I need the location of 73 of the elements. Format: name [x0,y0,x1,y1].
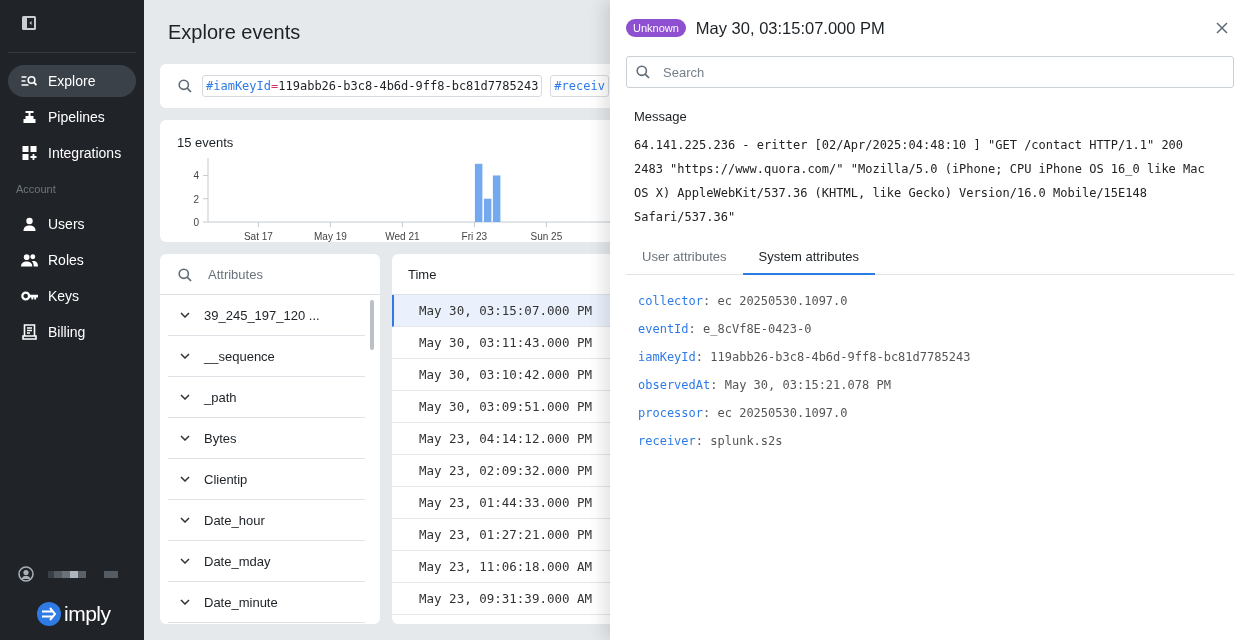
x-tick-label: Sun 25 [530,231,563,242]
nav-item[interactable]: Explore [8,65,136,97]
attribute-line: processor: ec 20250530.1097.0 [638,405,849,422]
search-field[interactable]: Search [626,56,1234,88]
nav-item[interactable]: Pipelines [8,101,136,133]
nav-item[interactable]: Roles [8,244,136,276]
attribute-line: observedAt: May 30, 03:15:21.078 PM [638,377,892,394]
x-tick-label: May 19 [314,231,347,242]
logo-icon [37,602,61,626]
user-icon [21,217,38,231]
attribute-item[interactable]: 39_245_197_120 ... [168,295,365,336]
filter-token[interactable]: #receiv [550,75,609,97]
filter-bar[interactable]: #iamKeyId=119abb26-b3c8-4b6d-9ff8-bc81d7785243 #receiv [160,64,610,108]
attribute-line: receiver: splunk.s2s [638,433,784,450]
chevron-down-icon [180,599,190,605]
attribute-item[interactable]: Date_hour [168,500,365,541]
scrollbar-thumb[interactable] [370,300,375,350]
logo-text: imply [64,602,111,626]
receipt-icon [21,324,38,340]
chevron-down-icon [180,435,190,441]
y-axis [202,157,209,223]
blurred-username [48,570,118,578]
filter-token[interactable]: #iamKeyId=119abb26-b3c8-4b6d-9ff8-bc81d7785243 [202,75,543,97]
tab[interactable]: User attributes [626,239,743,275]
chevron-down-icon [180,517,190,523]
x-tick-label: Wed 21 [385,231,420,242]
attribute-item[interactable]: Bytes [168,418,365,459]
histogram-bar[interactable] [483,198,492,222]
chevron-down-icon [180,558,190,564]
key-icon [21,291,38,301]
search-icon [636,65,650,79]
page-title: Explore events [167,20,302,45]
attribute-item[interactable]: Clientip [168,459,365,500]
close-icon[interactable] [1216,22,1228,34]
event-row[interactable]: May 30, 03:15:07.000 PM [392,295,610,327]
search-icon [178,267,192,282]
section-heading: Message [634,109,688,124]
event-title: May 30, 03:15:07.000 PM [695,18,885,38]
x-tick-label: Sat 17 [243,231,273,242]
chevron-down-icon [180,394,190,400]
y-tick-label: 0 [193,217,199,228]
attribute-item[interactable]: Date_mday [168,541,365,582]
attribute-item[interactable]: __sequence [168,336,365,377]
sidebar-toggle-icon[interactable] [22,16,36,30]
chevron-down-icon [180,312,190,318]
section-label: Account [15,183,57,195]
faucet-icon [21,110,38,124]
message-text: 64.141.225.236 - eritter [02/Apr/2025:04:48:10 ] "GET /contact HTTP/1.1" 200 2483 "https://www.quora.com/" "Mozilla/5.0 (iPhone; CPU iPhone OS 16_0 like Mac OS X) AppleWebKit/537.36 (KHTML, like Gecko) Version/16.0 Mobile/15E148 Safari/537.36" [634,137,1206,226]
y-tick-label: 4 [193,170,199,182]
grid-plus-icon [21,146,38,160]
chevron-down-icon [180,353,190,359]
nav-item[interactable]: Billing [8,316,136,348]
x-tick-label: Fri 23 [461,231,488,242]
nav-item[interactable]: Users [8,208,136,240]
user-avatar-icon[interactable] [18,566,34,582]
event-count: 15 events [177,135,234,150]
attribute-line: iamKeyId: 119abb26-b3c8-4b6d-9ff8-bc81d7785243 [638,349,972,366]
attribute-item[interactable]: Date_minute [168,582,365,623]
users-icon [21,253,38,267]
tab[interactable]: System attributes [742,239,875,275]
histogram-bar[interactable] [492,175,501,222]
attribute-search-field[interactable]: Attributes [160,254,380,295]
search-icon [178,79,192,93]
status-badge: Unknown [626,19,686,37]
y-tick-label: 2 [193,193,199,205]
attribute-line: eventId: e_8cVf8E-0423-0 [638,321,813,338]
nav-item[interactable]: Keys [8,280,136,312]
explore-icon [21,75,38,87]
attribute-item[interactable]: _path [168,377,365,418]
nav-item[interactable]: Integrations [8,137,136,169]
chevron-down-icon [180,476,190,482]
attribute-line: collector: ec 20250530.1097.0 [638,293,849,310]
histogram-bar[interactable] [474,163,483,222]
